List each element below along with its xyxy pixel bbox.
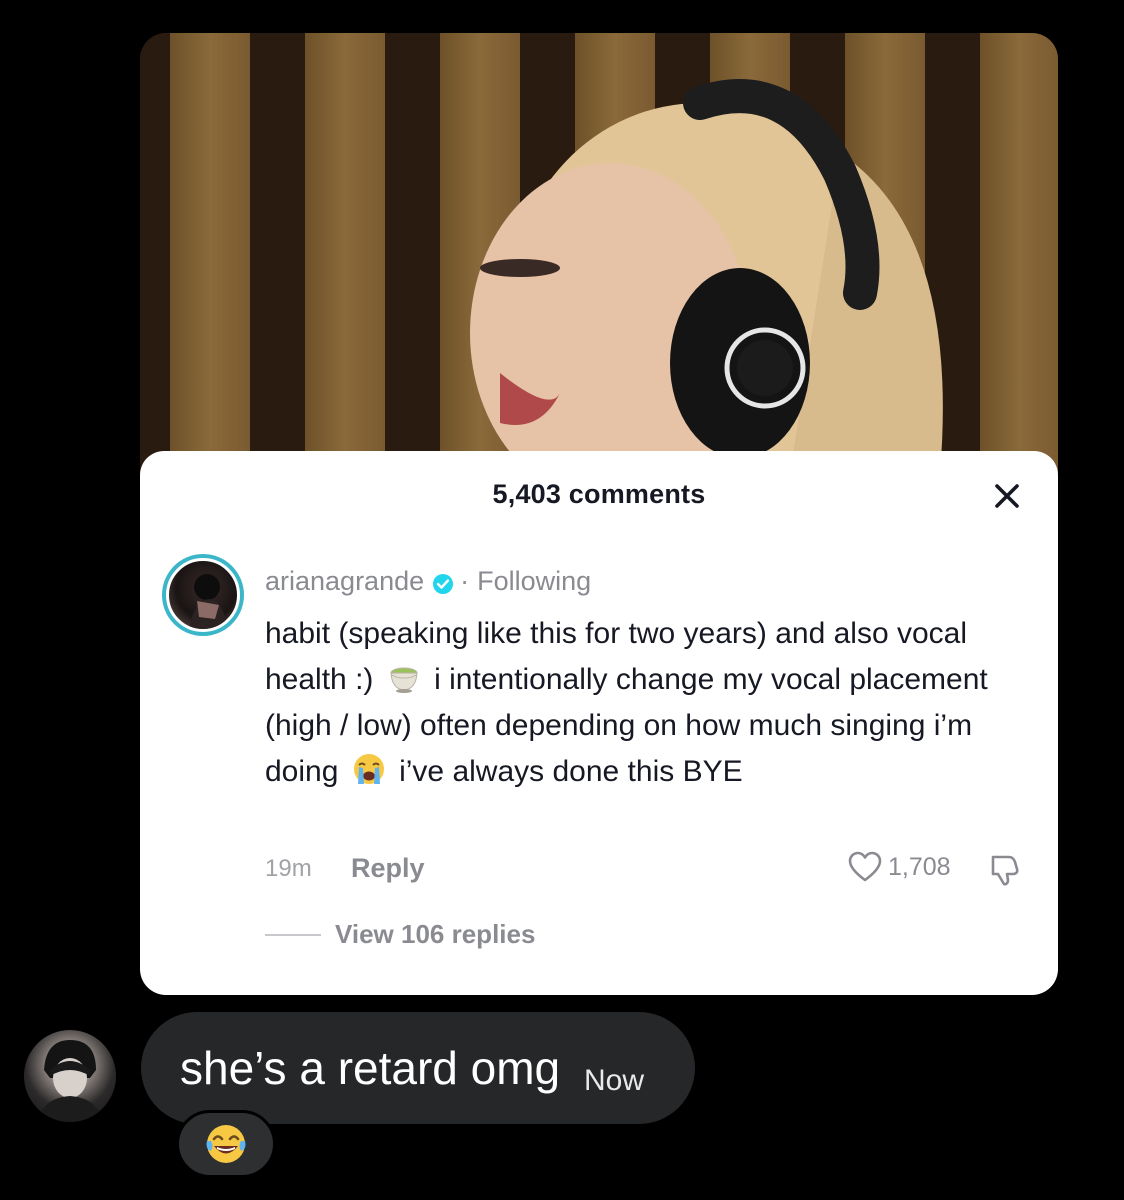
view-replies-label: View 106 replies [335, 919, 536, 949]
close-icon[interactable] [992, 481, 1022, 511]
message-text: she’s a retard omg [180, 1042, 561, 1094]
message-bubble[interactable]: she’s a retard omg Now [141, 1012, 695, 1124]
meta-separator: · [460, 566, 470, 596]
follow-status[interactable]: Following [477, 566, 591, 597]
like-button[interactable]: 1,708 [848, 851, 951, 883]
comment-actions: 19m Reply 1,708 [265, 851, 1025, 891]
message-reaction[interactable] [176, 1110, 276, 1178]
face-with-tears-of-joy-icon [206, 1125, 246, 1163]
commenter-username[interactable]: arianagrande [265, 566, 424, 597]
comment-meta: arianagrande · Following [265, 566, 591, 597]
thumbs-down-icon[interactable] [987, 853, 1021, 887]
comment-timestamp: 19m [265, 855, 312, 882]
reply-button[interactable]: Reply [351, 853, 425, 884]
matcha-tea-icon [386, 659, 422, 695]
message-timestamp: Now [584, 1064, 645, 1097]
loudly-crying-face-icon [351, 751, 387, 787]
sender-avatar[interactable] [24, 1030, 116, 1122]
like-count: 1,708 [888, 852, 951, 881]
comment-text-part3: i’ve always done this BYE [399, 755, 743, 788]
replies-divider [265, 933, 321, 936]
shared-post-card[interactable]: 5,403 comments arianagrande · Following … [140, 33, 1058, 995]
heart-icon [848, 851, 882, 882]
comments-count-title: 5,403 comments [492, 479, 706, 509]
video-frame-image [140, 33, 1058, 473]
commenter-avatar[interactable] [162, 554, 244, 636]
verified-badge-icon [432, 571, 454, 594]
comment-body: habit (speaking like this for two years)… [265, 611, 1045, 795]
view-replies-button[interactable]: View 106 replies [265, 919, 535, 950]
comments-sheet: 5,403 comments arianagrande · Following … [140, 451, 1058, 995]
